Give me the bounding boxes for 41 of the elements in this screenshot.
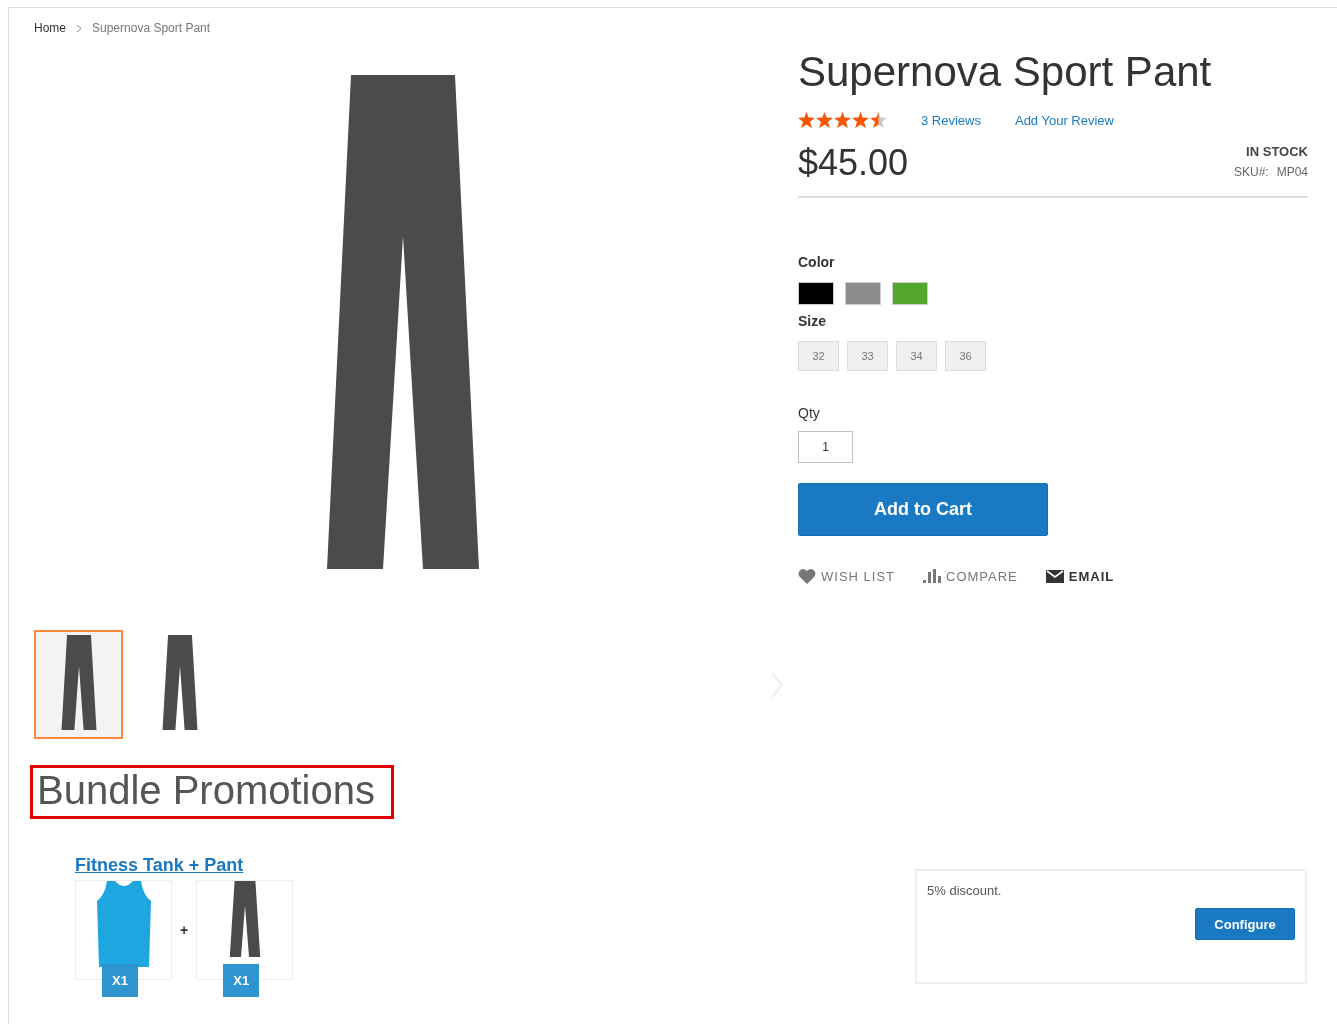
quantity-badge: X1: [102, 964, 138, 997]
breadcrumb-link[interactable]: Supernova Sport Pant: [92, 21, 211, 35]
wishlist-link[interactable]: WISH LIST: [798, 568, 895, 584]
star-icon: [852, 112, 869, 128]
quantity-badge: X1: [223, 964, 260, 997]
size-option[interactable]: 36: [945, 341, 986, 371]
product-title: Supernova Sport Pant: [798, 50, 1213, 94]
qty-label: Qty: [798, 405, 821, 421]
color-swatch[interactable]: [798, 282, 834, 305]
envelope-icon: [1045, 569, 1064, 583]
star-icon: [834, 112, 851, 128]
star-icon: [798, 112, 815, 128]
color-swatch[interactable]: [845, 282, 881, 305]
breadcrumb-link[interactable]: Home: [34, 21, 66, 35]
star-icon: [870, 112, 887, 128]
qty-field[interactable]: 1: [798, 431, 853, 463]
color-swatch[interactable]: [892, 282, 928, 305]
thumbnail[interactable]: [34, 630, 123, 739]
stock-status: IN STOCK: [1246, 144, 1308, 159]
size-option[interactable]: 34: [896, 341, 937, 371]
size-option[interactable]: 33: [847, 341, 888, 371]
size-label: Size: [798, 313, 827, 329]
add-to-cart-button[interactable]: Add to Cart: [798, 483, 1048, 536]
reviews-link[interactable]: 3 Reviews: [921, 112, 981, 128]
heart-icon: [798, 568, 816, 584]
price: $45.00: [798, 142, 909, 184]
sku-value: MP04: [1276, 165, 1308, 179]
color-label: Color: [798, 254, 836, 270]
compare-link[interactable]: COMPARE: [923, 568, 1018, 584]
email-link[interactable]: EMAIL: [1045, 568, 1115, 584]
chevron-right-icon: [76, 23, 82, 33]
bundle-link[interactable]: Fitness Tank + Pant: [75, 855, 294, 876]
sku-label: SKU#:: [1233, 165, 1269, 179]
bar-chart-icon: [923, 569, 941, 583]
add-review-link[interactable]: Add Your Review: [1014, 112, 1114, 128]
discount-text: 5% discount.: [927, 883, 1003, 898]
configure-button[interactable]: Configure: [1195, 908, 1295, 940]
section-heading: Bundle Promotions: [30, 765, 394, 819]
size-option[interactable]: 32: [798, 341, 839, 371]
star-icon: [816, 112, 833, 128]
plus-sign: +: [180, 922, 189, 938]
